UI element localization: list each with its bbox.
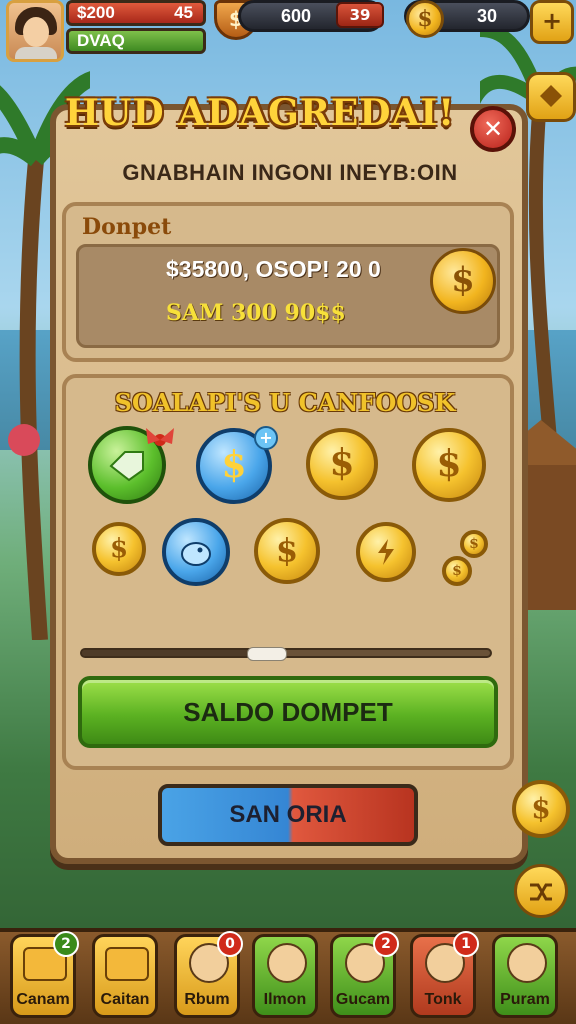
money-right-value: 45	[174, 3, 193, 22]
crossed-arrows-icon	[530, 883, 552, 901]
treasure-chest-icon	[105, 947, 149, 981]
ribbon-bow-icon	[146, 428, 174, 446]
slider-thumb[interactable]	[246, 647, 287, 661]
diamond-icon	[540, 85, 562, 107]
nav-label: Gucam	[335, 991, 391, 1008]
wallet-label: Donpet	[82, 214, 172, 240]
map-icon[interactable]	[526, 72, 576, 122]
gold-coin-large-1[interactable]: $	[306, 428, 378, 500]
gems-pill-value: 30	[477, 6, 498, 26]
amount-slider[interactable]	[80, 647, 492, 661]
nav-item-puram[interactable]: Puram	[492, 934, 558, 1018]
wallet-coin-icon: $	[430, 248, 496, 314]
gold-coin-small-1[interactable]: $	[92, 522, 146, 576]
wallet-sub-amount: SAM 300 90$$	[166, 300, 346, 326]
nav-label: Canam	[16, 991, 70, 1008]
experience-text: DVAQ	[77, 31, 125, 50]
panel-title: HUD ADAGREDAI!	[64, 92, 456, 134]
wallet-amount: $35800, OSOP! 20 0	[166, 256, 381, 282]
nav-item-caitan[interactable]: Caitan	[92, 934, 158, 1018]
character-avatar-icon	[507, 943, 547, 983]
panel-subtitle: GNABHAIN INGONI INEYB:OIN	[122, 160, 458, 185]
player-avatar[interactable]	[6, 0, 64, 62]
nav-label: Puram	[500, 991, 550, 1008]
blue-seal-coin[interactable]	[162, 518, 230, 586]
lightning-icon	[378, 539, 394, 565]
nav-item-gucam[interactable]: 2 Gucam	[330, 931, 399, 1018]
san-oria-button[interactable]: SAN ORIA	[158, 784, 418, 846]
nav-item-tonk[interactable]: 1 Tonk	[410, 931, 479, 1018]
gold-coin-medium[interactable]: $	[254, 518, 320, 584]
gold-lightning-coin[interactable]	[356, 522, 416, 582]
nav-badge: 0	[217, 931, 243, 957]
experience-bar: DVAQ	[66, 28, 206, 54]
nav-badge: 2	[53, 931, 79, 957]
seal-icon	[181, 542, 211, 566]
nav-badge: 1	[453, 931, 479, 957]
nav-label: Caitan	[100, 991, 150, 1008]
gold-coin-icon: $	[406, 0, 444, 38]
nav-badge: 2	[373, 931, 399, 957]
close-button[interactable]: ✕	[470, 106, 516, 152]
nav-item-rbum[interactable]: 0 Rbum	[174, 931, 243, 1018]
coins-pill-value: 600	[281, 6, 312, 26]
gold-coin-large-2[interactable]: $	[412, 428, 486, 502]
add-coin-badge[interactable]: +	[254, 426, 278, 450]
shuffle-icon[interactable]	[514, 864, 568, 918]
character-avatar-icon	[267, 943, 307, 983]
coins-title: SOALAPI'S U CANFOOSK	[114, 388, 456, 417]
money-bar: $200 45	[66, 0, 206, 26]
money-value: $200	[77, 3, 115, 22]
nav-item-ilmon[interactable]: Ilmon	[252, 934, 318, 1018]
slider-fill	[82, 650, 266, 656]
nav-label: Rbum	[184, 991, 230, 1008]
side-gold-coin[interactable]: $	[512, 780, 570, 838]
gold-coin-tiny-1[interactable]: $	[460, 530, 488, 558]
saldo-dompet-button[interactable]: SALDO DOMPET	[78, 676, 498, 748]
gold-coin-tiny-2[interactable]: $	[442, 556, 472, 586]
nav-label: Ilmon	[263, 991, 307, 1008]
nav-label: Tonk	[424, 991, 462, 1008]
add-currency-button[interactable]: +	[530, 0, 574, 44]
tag-icon	[109, 451, 144, 482]
nav-item-canam[interactable]: 2 Canam	[10, 931, 79, 1018]
red-tag-badge[interactable]: 39	[336, 2, 384, 28]
